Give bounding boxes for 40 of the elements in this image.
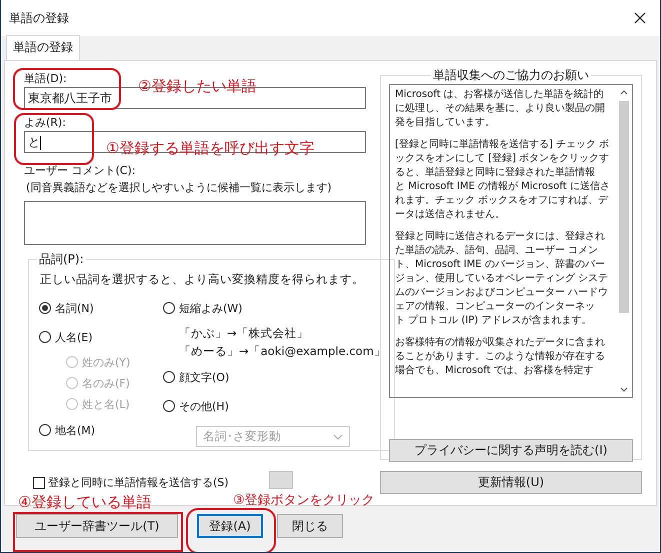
radio-icon[interactable] <box>39 302 51 314</box>
radio-icon[interactable] <box>163 371 175 383</box>
radio-button[interactable]: 顔文字(O) <box>163 368 386 386</box>
field-hint: (同音異義語などを選択しやすいように候補一覧に表示します) <box>25 180 333 196</box>
radio-button[interactable]: 地名(M) <box>39 421 163 439</box>
close-icon[interactable] <box>634 12 646 24</box>
send-checkbox[interactable]: 登録と同時に単語情報を送信する(S) <box>19 475 229 490</box>
field-label: よみ(R): <box>24 115 66 131</box>
group-description: 正しい品詞を選択すると、より高い変換精度を得られます。 <box>40 272 365 287</box>
privacy-button[interactable]: プライバシーに関する声明を読む(I) <box>389 439 633 462</box>
tab[interactable]: 単語の登録 <box>6 35 80 60</box>
example-text: 「かぶ」→「株式会社」 <box>179 325 310 342</box>
radio-icon[interactable] <box>163 400 175 412</box>
dialog-button[interactable]: ユーザー辞書ツール(T) <box>16 514 178 538</box>
radio-icon[interactable] <box>39 424 51 436</box>
info-paragraph: お客様特有の情報が収集されたデータに含まれることがあります。このような情報が存在する場合でも、Microsoft では、お客様を特定す <box>395 336 606 378</box>
radio-button[interactable]: その他(H) <box>163 397 386 415</box>
scroll-up-icon[interactable] <box>620 90 628 95</box>
info-paragraph: 登録と同時に送信されるデータには、登録された単語の読み、語句、品詞、ユーザー コメント、Microsoft IME のバージョン、辞書のバージョン、使用しているオペレーティング システムのバージョンおよびコンピューター ハードウェアの情報、コンピューターのインターネット プロトコル (IP) アドレスが含まれます。 <box>395 230 610 328</box>
comment-field[interactable] <box>24 201 366 245</box>
radio-button[interactable]: 名詞(N) <box>39 299 163 317</box>
update-button[interactable]: 更新情報(U) <box>380 471 642 494</box>
example-text: 「めーる」→「aoki@example.com」 <box>179 343 386 360</box>
window-title: 単語の登録 <box>9 10 69 26</box>
info-paragraph: [登録と同時に単語情報を送信する] チェック ボックスをオンにして [登録] ボタンをクリックすると、単語登録と同時に登録された単語情報と Microsoft IME の情報が Microsoft に送信されます。チェック ボックスをオフにすれば、データは送信されません。 <box>395 138 611 222</box>
radio-button[interactable]: 人名(E) <box>39 328 163 346</box>
annotation-text: ③登録ボタンをクリック <box>233 494 375 508</box>
radio-icon[interactable] <box>39 331 51 343</box>
group-title: 単語収集へのご協力のお願い <box>432 67 590 84</box>
annotation-text: ④登録している単語 <box>18 494 152 510</box>
dialog-button[interactable]: 登録(A) <box>197 514 263 538</box>
radio-button[interactable]: 短縮よみ(W) <box>163 299 386 317</box>
chevron-down-icon <box>333 434 343 440</box>
scroll-down-icon[interactable] <box>620 387 628 392</box>
field-label: ユーザー コメント(C): <box>24 163 136 179</box>
radio-icon[interactable] <box>163 302 175 314</box>
group-title: 品詞(P): <box>38 251 85 268</box>
field-label: 単語(D): <box>24 71 67 87</box>
dialog-button[interactable]: 閉じる <box>277 514 343 538</box>
info-paragraph: Microsoft は、お客様が送信した単語を統計的に処理し、その結果を基に、より良い製品の開発を目指しています。 <box>395 88 606 130</box>
